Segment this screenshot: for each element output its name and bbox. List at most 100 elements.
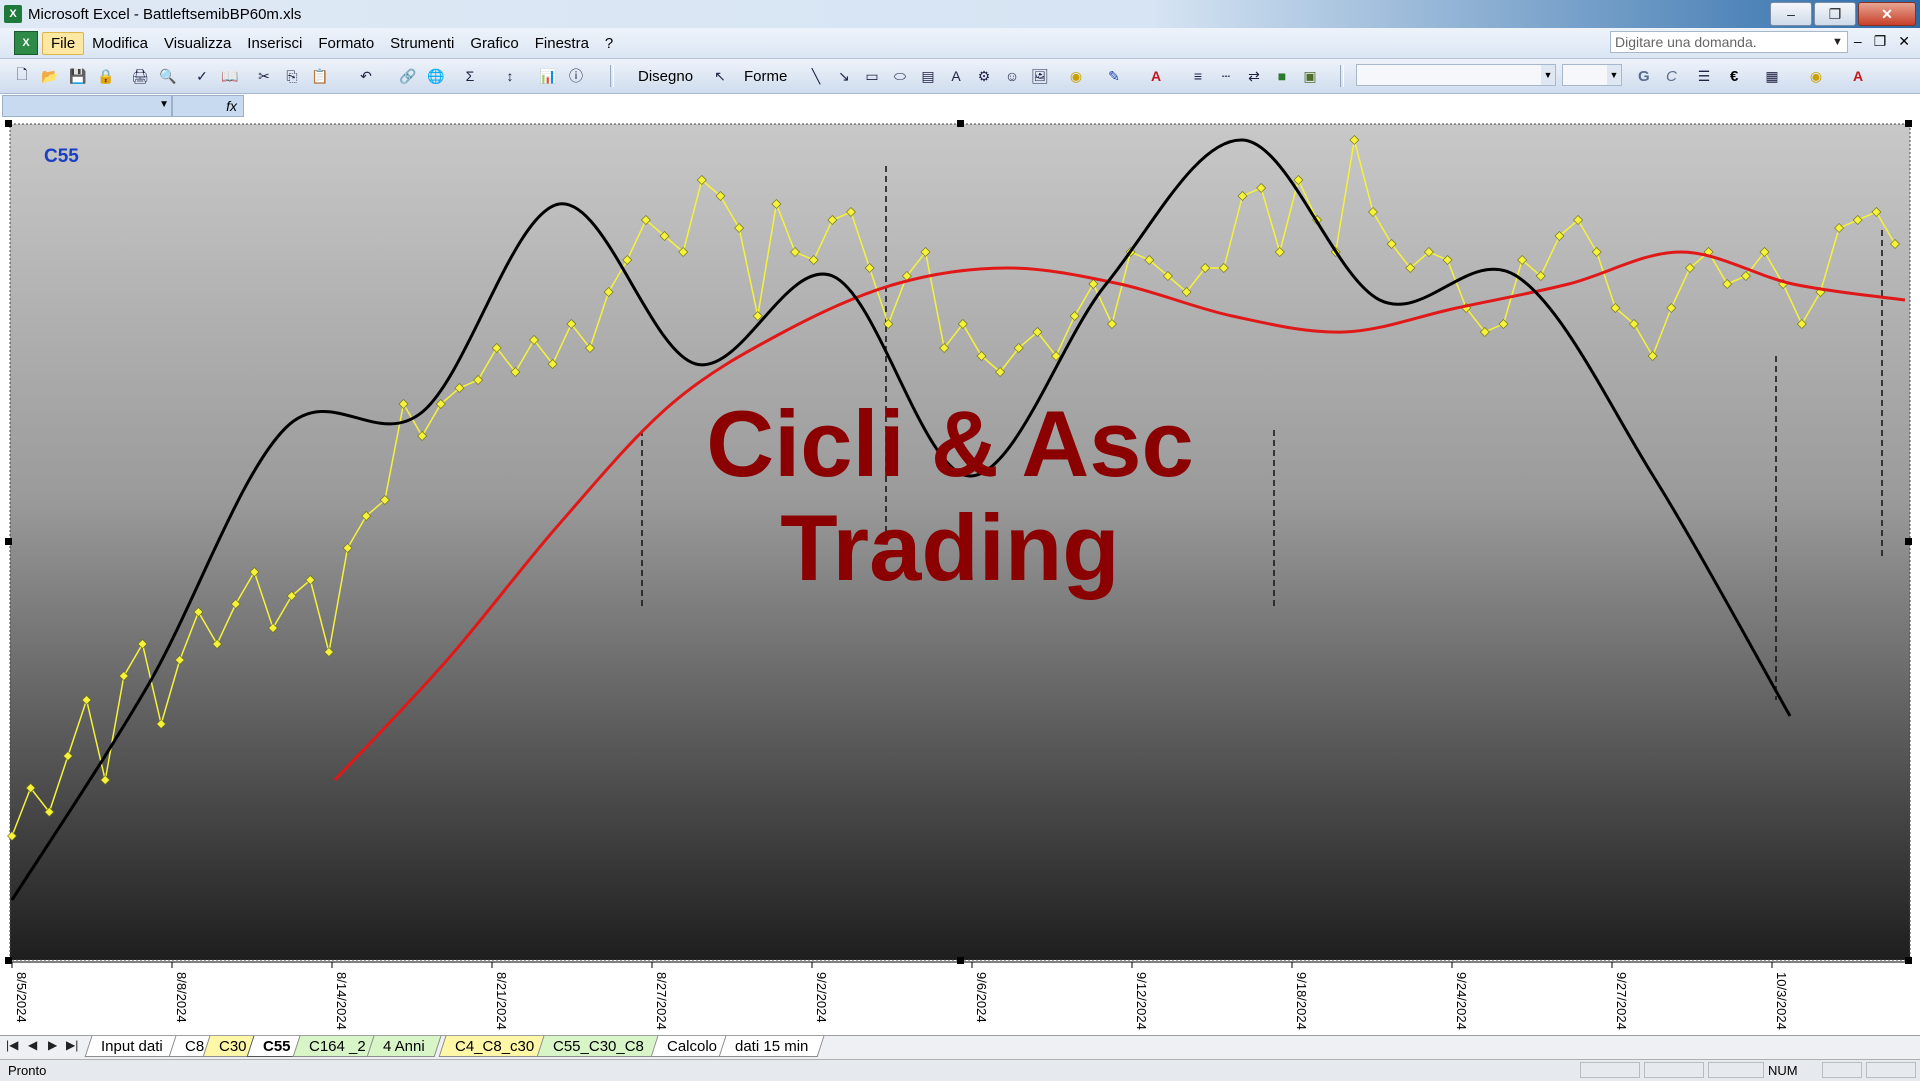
status-cell (1580, 1062, 1640, 1078)
next-sheet-button[interactable]: ▶ (48, 1038, 57, 1052)
cut-icon[interactable]: ✂ (254, 66, 274, 86)
tab-c55-c30-c8[interactable]: C55_C30_C8 (536, 1036, 661, 1057)
insert-hyperlink-icon[interactable]: 🌐 (426, 66, 446, 86)
hyperlink-icon[interactable]: 🔗 (398, 66, 418, 86)
align-icon[interactable]: ☰ (1694, 66, 1714, 86)
font-name-combo[interactable]: ▼ (1356, 64, 1556, 86)
menu-inserisci[interactable]: Inserisci (239, 33, 310, 54)
line-tool-icon[interactable]: ╲ (806, 66, 826, 86)
chart-wizard-icon[interactable]: 📊 (538, 66, 558, 86)
prev-sheet-button[interactable]: ◀ (28, 1038, 37, 1052)
disegno-menu[interactable]: Disegno (638, 68, 693, 85)
status-bar: Pronto NUM (0, 1059, 1920, 1081)
minimize-button[interactable]: – (1770, 2, 1812, 26)
3d-style-icon[interactable]: ▣ (1300, 66, 1320, 86)
menu-grafico[interactable]: Grafico (462, 33, 526, 54)
x-axis: 8/5/2024 8/8/2024 8/14/2024 8/21/2024 8/27/2… (11, 961, 1905, 1030)
chevron-down-icon[interactable]: ▼ (1541, 65, 1555, 85)
restore-button[interactable]: ❐ (1814, 2, 1856, 26)
workbook-icon[interactable]: X (14, 31, 38, 55)
research-icon[interactable]: 📖 (220, 66, 240, 86)
wordart-icon[interactable]: A (946, 66, 966, 86)
menu-formato[interactable]: Formato (310, 33, 382, 54)
name-box[interactable]: ▼ (2, 95, 172, 117)
doc-close-button[interactable]: ✕ (1898, 33, 1910, 50)
menu-finestra[interactable]: Finestra (527, 33, 597, 54)
menu-visualizza[interactable]: Visualizza (156, 33, 239, 54)
spelling-icon[interactable]: ✓ (192, 66, 212, 86)
highlight-color-icon[interactable]: ◉ (1806, 66, 1826, 86)
print-preview-icon[interactable]: 🔍 (158, 66, 178, 86)
watermark-line1: Cicli & Asc (706, 391, 1194, 496)
clipart-icon[interactable]: ☺ (1002, 66, 1022, 86)
tab-dati-15-min[interactable]: dati 15 min (718, 1036, 825, 1057)
help-icon[interactable]: ⓘ (566, 66, 586, 86)
textbox-icon[interactable]: ▤ (918, 66, 938, 86)
first-sheet-button[interactable]: |◀ (6, 1038, 18, 1052)
chart-handle[interactable] (5, 120, 12, 127)
paste-icon[interactable]: 📋 (310, 66, 330, 86)
sort-icon[interactable]: ↕ (500, 66, 520, 86)
copy-icon[interactable]: ⎘ (282, 66, 302, 86)
open-folder-icon[interactable]: 📂 (40, 66, 60, 86)
help-search-input[interactable]: Digitare una domanda. (1610, 31, 1848, 53)
oval-tool-icon[interactable]: ⬭ (890, 66, 910, 86)
chart-handle[interactable] (957, 120, 964, 127)
currency-button[interactable]: € (1730, 68, 1738, 85)
rectangle-tool-icon[interactable]: ▭ (862, 66, 882, 86)
autosum-icon[interactable]: Σ (460, 66, 480, 86)
diagram-icon[interactable]: ⚙ (974, 66, 994, 86)
status-cell (1644, 1062, 1704, 1078)
menu-strumenti[interactable]: Strumenti (382, 33, 462, 54)
fill-color-icon[interactable]: ◉ (1066, 66, 1086, 86)
status-cell (1822, 1062, 1862, 1078)
chart-handle[interactable] (1905, 120, 1912, 127)
picture-icon[interactable]: 🖼 (1030, 66, 1050, 86)
bold-button[interactable]: G (1638, 68, 1650, 85)
last-sheet-button[interactable]: ▶| (66, 1038, 78, 1052)
print-icon[interactable]: 🖨 (130, 66, 150, 86)
dash-style-icon[interactable]: ┄ (1216, 66, 1236, 86)
line-color-icon[interactable]: ✎ (1104, 66, 1124, 86)
borders-icon[interactable]: ▦ (1762, 66, 1782, 86)
chart-area[interactable]: C55 Cicli & Asc Trading 8/5/2024 8/8/2024… (0, 120, 1920, 1035)
chart-svg[interactable]: C55 Cicli & Asc Trading 8/5/2024 8/8/2024… (0, 120, 1920, 1035)
undo-icon[interactable]: ↶ (356, 66, 376, 86)
chevron-down-icon[interactable]: ▼ (1607, 65, 1621, 85)
arrow-tool-icon[interactable]: ↘ (834, 66, 854, 86)
font-color-icon[interactable]: A (1146, 66, 1166, 86)
menu-modifica[interactable]: Modifica (84, 33, 156, 54)
chevron-down-icon[interactable]: ▼ (159, 99, 169, 110)
doc-minimize-button[interactable]: – (1854, 33, 1862, 50)
status-cell (1866, 1062, 1916, 1078)
italic-button[interactable]: C (1666, 68, 1677, 85)
doc-restore-button[interactable]: ❐ (1874, 33, 1887, 50)
font-size-combo[interactable]: ▼ (1562, 64, 1622, 86)
text-color-icon[interactable]: A (1848, 66, 1868, 86)
arrow-style-icon[interactable]: ⇄ (1244, 66, 1264, 86)
chart-handle[interactable] (5, 538, 12, 545)
permission-icon[interactable]: 🔒 (96, 66, 116, 86)
menu-file[interactable]: File (42, 31, 85, 55)
chart-handle[interactable] (1905, 538, 1912, 545)
line-style-icon[interactable]: ≡ (1188, 66, 1208, 86)
forme-menu[interactable]: Forme (744, 68, 787, 85)
toolbar-separator (1340, 65, 1344, 87)
shadow-style-icon[interactable]: ■ (1272, 66, 1292, 86)
toolbar-separator (610, 65, 614, 87)
new-file-icon[interactable]: 🗋 (12, 66, 32, 86)
save-icon[interactable]: 💾 (68, 66, 88, 86)
chart-handle[interactable] (1905, 957, 1912, 964)
tab-4-anni[interactable]: 4 Anni (366, 1036, 442, 1057)
status-text: Pronto (8, 1063, 47, 1078)
menu-help[interactable]: ? (597, 33, 621, 54)
select-pointer-icon[interactable]: ↖ (710, 66, 730, 86)
tab-input-dati[interactable]: Input dati (84, 1036, 180, 1057)
chart-handle[interactable] (957, 957, 964, 964)
chart-handle[interactable] (5, 957, 12, 964)
close-button[interactable]: ✕ (1858, 2, 1916, 26)
x-tick-label: 9/27/2024 (1614, 972, 1629, 1030)
chevron-down-icon[interactable]: ▼ (1832, 36, 1843, 48)
fx-icon[interactable]: fx (172, 95, 244, 117)
tab-c4-c8-c30[interactable]: C4_C8_c30 (438, 1036, 551, 1057)
